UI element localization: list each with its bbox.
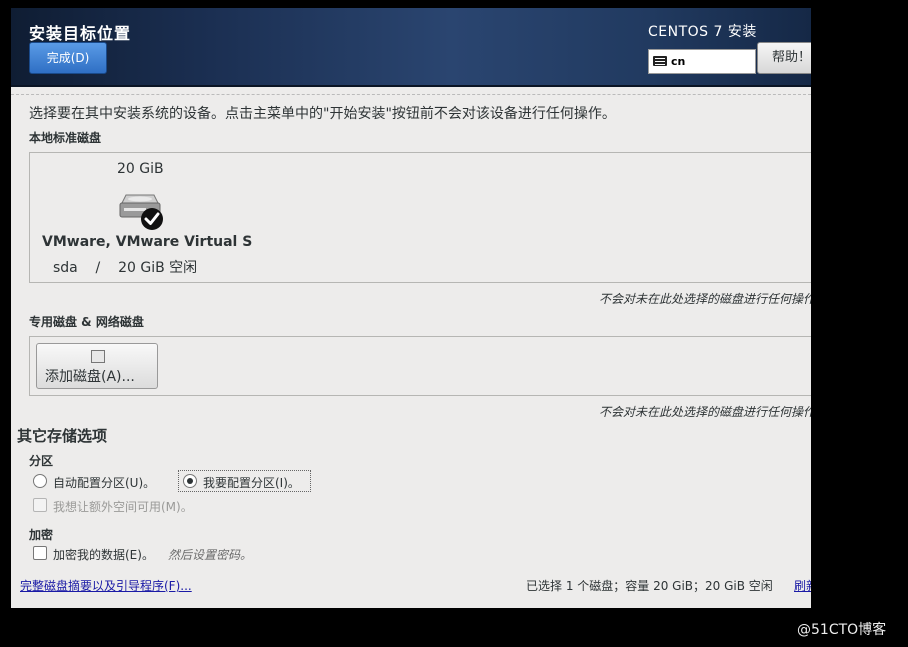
manual-partition-label: 我要配置分区(I)。 (203, 476, 300, 490)
keyboard-layout-label: cn (671, 55, 686, 68)
keyboard-layout-indicator[interactable]: cn (648, 49, 756, 74)
product-title: CENTOS 7 安装 (648, 24, 757, 40)
disk-sda[interactable]: 20 GiB VMware, VMware Virtual S sda / 20… (30, 153, 253, 281)
description-text: 选择要在其中安装系统的设备。点击主菜单中的"开始安装"按钮前不会对该设备进行任何… (29, 106, 616, 122)
help-button[interactable]: 帮助！ (757, 42, 811, 74)
disk-info: sda / 20 GiB 空闲 (53, 260, 198, 276)
specialized-disks-note: 不会对未在此处选择的磁盘进行任何操作 (598, 405, 811, 419)
divider (11, 94, 811, 95)
encryption-label: 加密 (29, 528, 54, 542)
watermark: @51CTO博客 (797, 622, 887, 638)
disk-size: 20 GiB (117, 161, 164, 177)
add-disk-label: 添加磁盘(A)... (45, 369, 135, 385)
encrypt-hint: 然后设置密码。 (168, 548, 253, 562)
partition-label: 分区 (29, 454, 54, 468)
radio-button[interactable] (33, 474, 47, 488)
specialized-disks-panel: 添加磁盘(A)... (29, 336, 811, 396)
add-disk-button[interactable]: 添加磁盘(A)... (36, 343, 158, 389)
keyboard-icon (653, 56, 667, 66)
specialized-disks-label: 专用磁盘 & 网络磁盘 (29, 315, 144, 329)
local-disks-label: 本地标准磁盘 (29, 131, 102, 145)
radio-button-selected[interactable] (183, 474, 197, 488)
page-title: 安装目标位置 (29, 24, 132, 43)
local-disks-panel: 20 GiB VMware, VMware Virtual S sda / 20… (29, 152, 811, 283)
done-button[interactable]: 完成(D) (29, 42, 107, 74)
disk-name: VMware, VMware Virtual S (42, 234, 253, 250)
encrypt-data-label: 加密我的数据(E)。 (53, 548, 154, 562)
checkbox[interactable] (33, 546, 47, 560)
selection-summary: 已选择 1 个磁盘；容量 20 GiB；20 GiB 空闲 (526, 579, 773, 593)
other-storage-title: 其它存储选项 (17, 427, 108, 445)
hard-disk-checked-icon (119, 194, 163, 230)
full-disk-summary-link[interactable]: 完整磁盘摘要以及引导程序(F)... (20, 577, 192, 594)
checkbox (33, 498, 47, 512)
refresh-link[interactable]: 刷新 (794, 577, 811, 594)
add-disk-icon (91, 350, 105, 363)
installer-window: 安装目标位置 完成(D) CENTOS 7 安装 cn 帮助！ 选择要在其中安装… (11, 8, 811, 608)
local-disks-note: 不会对未在此处选择的磁盘进行任何操作 (598, 292, 811, 306)
header-bar: 安装目标位置 完成(D) CENTOS 7 安装 cn 帮助！ (11, 8, 811, 87)
extra-space-label: 我想让额外空间可用(M)。 (53, 500, 193, 514)
auto-partition-label: 自动配置分区(U)。 (53, 476, 156, 490)
